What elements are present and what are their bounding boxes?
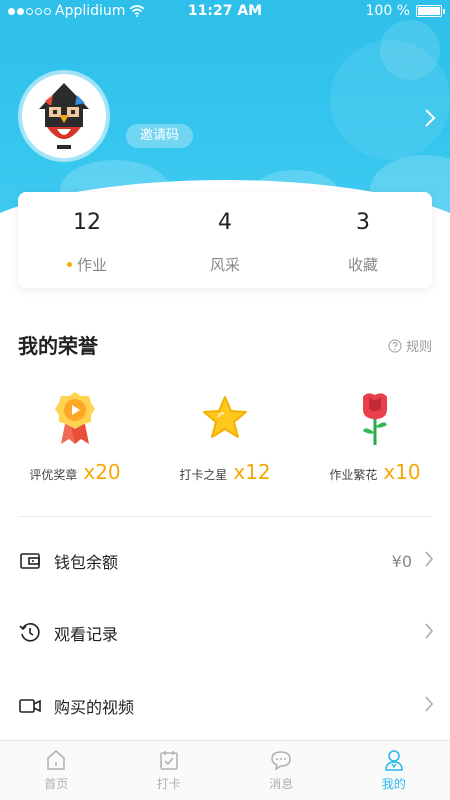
honor-medal-count: x20: [83, 460, 121, 484]
avatar-image: [39, 83, 89, 149]
rules-label: 规则: [405, 340, 432, 355]
wallet-label: 钱包余额: [54, 553, 119, 572]
avatar[interactable]: [18, 70, 110, 162]
history-icon: [19, 623, 40, 642]
tab-mine[interactable]: 我的: [338, 741, 450, 800]
history-label: 观看记录: [54, 625, 119, 644]
tab-mine-label: 我的: [381, 777, 406, 791]
video-icon: [19, 699, 41, 713]
stat-favorites[interactable]: 3 收藏: [294, 192, 432, 288]
menu-item-wallet[interactable]: 钱包余额 ¥0: [0, 533, 450, 589]
stat-favorites-count: 3: [356, 210, 370, 235]
tab-bar: 首页 打卡 消息 我的: [0, 740, 450, 800]
wallet-icon: [20, 553, 40, 569]
honor-rose-count: x10: [383, 460, 421, 484]
tab-checkin-label: 打卡: [156, 777, 181, 791]
honor-rose-name: 作业繁花: [329, 468, 378, 482]
user-icon: [384, 750, 403, 771]
stats-card: 12 作业 4 风采 3 收藏: [18, 192, 432, 288]
home-icon: [47, 750, 65, 770]
honor-item-star[interactable]: 打卡之星 x12: [150, 388, 300, 484]
honor-star-name: 打卡之星: [179, 468, 228, 482]
rules-link[interactable]: 规则: [388, 336, 432, 355]
stat-showcase[interactable]: 4 风采: [156, 192, 294, 288]
tab-messages[interactable]: 消息: [225, 741, 338, 800]
honor-item-rose[interactable]: 作业繁花 x10: [300, 388, 450, 484]
tab-messages-label: 消息: [269, 777, 294, 791]
active-dot-icon: [66, 262, 72, 267]
medal-icon: [55, 392, 95, 444]
help-circle-icon: [388, 338, 402, 353]
status-bar: Applidium 11:27 AM 100 %: [0, 0, 450, 24]
stat-homework-label: 作业: [76, 256, 107, 274]
stat-showcase-label: 风采: [209, 256, 240, 274]
honor-star-count: x12: [233, 460, 271, 484]
wallet-balance: ¥0: [391, 551, 412, 571]
honor-medal-name: 评优奖章: [29, 468, 78, 482]
chevron-right-icon: [424, 695, 434, 717]
tab-home-label: 首页: [44, 777, 69, 791]
tab-home[interactable]: 首页: [0, 741, 113, 800]
honor-item-medal[interactable]: 评优奖章 x20: [0, 388, 150, 484]
battery-icon: [416, 5, 445, 17]
menu-item-history[interactable]: 观看记录: [0, 605, 450, 661]
calendar-check-icon: [160, 751, 178, 770]
chevron-right-icon: [424, 550, 434, 572]
rose-icon: [363, 393, 387, 445]
battery-label: 100 %: [365, 3, 410, 19]
chevron-right-icon: [424, 622, 434, 644]
purchased-videos-label: 购买的视频: [54, 698, 135, 717]
stat-favorites-label: 收藏: [347, 256, 378, 274]
honors-title: 我的荣誉: [18, 334, 98, 358]
section-divider: [18, 516, 432, 517]
tab-checkin[interactable]: 打卡: [113, 741, 226, 800]
stat-homework[interactable]: 12 作业: [18, 192, 156, 288]
profile-chevron-right-icon[interactable]: [424, 108, 436, 132]
message-icon: [271, 751, 292, 771]
honors-list: 评优奖章 x20 打卡之星 x12 作业繁花 x10: [0, 388, 450, 484]
star-icon: [203, 396, 247, 438]
menu-item-purchased-videos[interactable]: 购买的视频: [0, 678, 450, 734]
stat-showcase-count: 4: [218, 210, 232, 235]
invite-code-button[interactable]: 邀请码: [126, 124, 194, 148]
stat-homework-count: 12: [73, 210, 101, 235]
